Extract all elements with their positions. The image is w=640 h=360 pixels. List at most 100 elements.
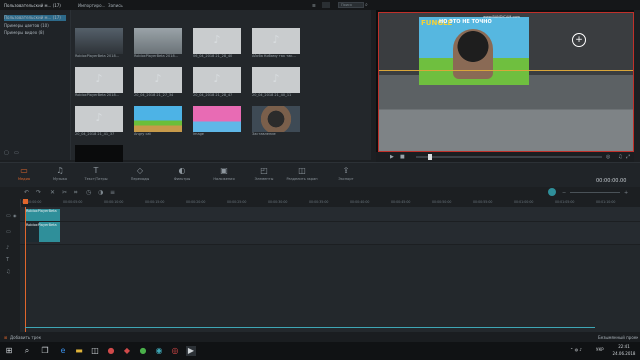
cut-icon[interactable]: ✂: [62, 189, 67, 196]
audio-mixer-icon[interactable]: ≡: [110, 189, 115, 196]
redo-icon[interactable]: ↷: [36, 189, 41, 196]
speed-icon[interactable]: ◷: [86, 189, 91, 196]
status-bar: ⊞ Добавить трек Безымянный проект: [0, 332, 640, 342]
grid-view-icon[interactable]: [322, 2, 330, 8]
transition-icon: ◇: [136, 166, 144, 175]
media-item[interactable]: ♪ 20_04_2018 21_41_37: [75, 106, 123, 136]
search-input[interactable]: Поиск: [338, 2, 364, 8]
search-icon[interactable]: ⌕: [365, 2, 371, 8]
tray-icons[interactable]: ⌃ ◍ ♪: [570, 347, 582, 352]
volume-icon[interactable]: ♫: [618, 154, 622, 160]
app-icon[interactable]: ◆: [122, 346, 132, 356]
tab-transitions[interactable]: ◇ Переходы: [120, 166, 160, 186]
snapshot-icon[interactable]: ◎: [606, 154, 610, 160]
project-menu[interactable]: Пользовательский м... (17): [4, 3, 64, 8]
video-track-2-icon[interactable]: ▭: [6, 229, 11, 235]
media-item[interactable]: RobloxPlayerBeta 2018...: [75, 28, 123, 58]
tab-overlays[interactable]: ▣ Наложения: [204, 166, 244, 186]
add-track-icon[interactable]: ⊞: [4, 335, 7, 340]
os-taskbar: ⊞ ⌕ ❐ e ▬ ◫ ● ◆ ● ◉ ◎ ▶ ⌃ ◍ ♪ УКР 22:41 …: [0, 342, 640, 360]
app-icon[interactable]: ●: [138, 346, 148, 356]
music-track-icon[interactable]: ♫: [6, 269, 10, 275]
tab-label: Экспорт: [338, 177, 354, 181]
person-thumbnail: [252, 106, 300, 132]
stop-icon[interactable]: ■: [400, 154, 405, 160]
playhead-handle[interactable]: [23, 199, 28, 204]
media-item[interactable]: Заставление: [252, 106, 300, 136]
language-indicator[interactable]: УКР: [596, 347, 606, 352]
crop-icon[interactable]: ⌗: [74, 189, 77, 197]
search-icon[interactable]: ⌕: [22, 346, 32, 356]
media-item[interactable]: ♪ 06_04_2018 21_28_40: [193, 28, 241, 58]
media-item[interactable]: Image: [193, 106, 241, 136]
play-icon[interactable]: ▶: [390, 154, 394, 160]
app-icon[interactable]: ●: [106, 346, 116, 356]
edge-icon[interactable]: e: [58, 346, 68, 356]
library-item-user-media[interactable]: Пользовательский м... (17): [4, 15, 66, 21]
library-panel: Пользовательский м... (17) Примеры цвето…: [0, 10, 71, 160]
zoom-out-icon[interactable]: −: [562, 190, 566, 196]
app-icon[interactable]: ◉: [154, 346, 164, 356]
tab-music[interactable]: ♫ Музыка: [40, 166, 80, 186]
bandicam-icon[interactable]: ◎: [170, 346, 180, 356]
media-item-label: Angry cat: [134, 132, 151, 136]
tab-text[interactable]: T Текст/Титры: [76, 166, 116, 186]
timecode-display: 00:00:00.00: [596, 178, 627, 184]
file-explorer-icon[interactable]: ▬: [74, 346, 84, 356]
fullscreen-icon[interactable]: ⤢: [626, 154, 630, 160]
timeline-toolbar: ↶ ↷ ✕ ✂ ⌗ ◷ ◑ ≡ − + 00:00:00.00: [0, 178, 640, 199]
playhead[interactable]: [25, 207, 26, 332]
video-track-icon[interactable]: ▭: [6, 213, 11, 219]
windows-start-icon[interactable]: ⊞: [4, 346, 14, 356]
text-track-icon[interactable]: T: [6, 257, 9, 263]
media-item[interactable]: ♪ Айсба Кобаму так так...: [252, 28, 300, 58]
media-item[interactable]: ♪ 20_04_2018 21_27_34: [134, 67, 182, 97]
filter-icon-top[interactable]: ☰: [312, 3, 320, 8]
ruler-tick: 00:00:20:00: [186, 200, 206, 204]
tab-export[interactable]: ⇪ Экспорт: [326, 166, 366, 186]
music-note-icon: ♪: [95, 111, 103, 124]
zoom-slider[interactable]: [570, 192, 620, 193]
add-folder-icon[interactable]: ▢: [4, 150, 12, 156]
zoom-in-icon[interactable]: +: [624, 190, 628, 196]
media-item[interactable]: Angry cat: [134, 106, 182, 136]
render-icon[interactable]: [548, 188, 556, 196]
tab-label: Текст/Титры: [84, 177, 108, 181]
split-icon: ◫: [298, 166, 306, 175]
media-item[interactable]: ♪ RobloxPlayerBeta 2018...: [75, 67, 123, 97]
media-item[interactable]: ♪ 20_04_2018 21_28_47: [193, 67, 241, 97]
library-item-color-samples[interactable]: Примеры цветов (10): [4, 23, 66, 29]
clock-time[interactable]: 22:41: [612, 344, 636, 349]
tab-label: Медиа: [17, 177, 30, 181]
add-track-label[interactable]: Добавить трек: [10, 335, 50, 340]
store-icon[interactable]: ◫: [90, 346, 100, 356]
tab-split-screen[interactable]: ◫ Разделить экран: [282, 166, 322, 186]
media-item[interactable]: RobloxPlayerBeta 2018...: [134, 28, 182, 58]
filmora-taskbar-icon[interactable]: ▶: [186, 346, 196, 356]
record-menu[interactable]: Запись: [108, 3, 128, 8]
media-item[interactable]: ♪ 20_04_2018 21_40_11: [252, 67, 300, 97]
clock-date[interactable]: 24.06.2018: [610, 351, 638, 356]
task-view-icon[interactable]: ❐: [40, 346, 50, 356]
folder-icon-small[interactable]: ▭: [14, 150, 22, 156]
preview-seek-bar[interactable]: [416, 154, 602, 160]
undo-icon[interactable]: ↶: [24, 189, 29, 196]
ruler-tick: 00:00:10:00: [104, 200, 124, 204]
tab-media[interactable]: ▭ Медиа: [4, 166, 44, 186]
media-item-label: RobloxPlayerBeta 2018...: [75, 54, 120, 58]
preview-selection-frame: [378, 12, 634, 152]
color-icon[interactable]: ◑: [98, 189, 103, 196]
tab-elements[interactable]: ◰ Элементы: [244, 166, 284, 186]
video-clip[interactable]: RobloxPlayerBeta: [25, 209, 60, 221]
tab-filters[interactable]: ◐ Фильтры: [162, 166, 202, 186]
library-item-video-samples[interactable]: Примеры видео (8): [4, 30, 66, 36]
audio-track-icon[interactable]: ♪: [6, 245, 9, 251]
seek-handle[interactable]: [428, 154, 432, 160]
music-note-icon: ♪: [213, 33, 221, 46]
audio-clip[interactable]: RobloxPlayerBeta: [25, 222, 60, 242]
tab-label: Музыка: [53, 177, 67, 181]
import-menu[interactable]: Импортиро...: [78, 3, 108, 8]
eye-icon[interactable]: ◉: [13, 213, 17, 218]
delete-icon[interactable]: ✕: [50, 189, 55, 196]
timeline-tracks: RobloxPlayerBeta RobloxPlayerBeta: [20, 199, 640, 332]
